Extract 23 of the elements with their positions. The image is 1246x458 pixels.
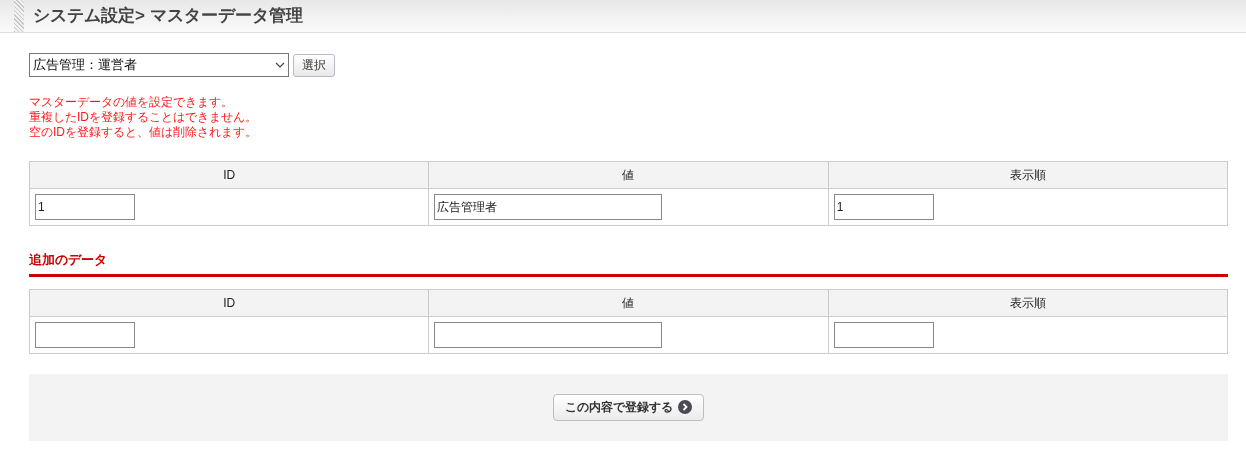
column-header: 値 [428, 289, 829, 316]
notice-text: 空のIDを登録すると、値は削除されます。 [29, 125, 258, 140]
text-field[interactable]: 1 [35, 194, 135, 220]
column-header: ID [29, 161, 429, 189]
chevron-down-icon [275, 62, 285, 68]
category-select[interactable]: 広告管理：運営者 [29, 53, 289, 77]
text-field[interactable] [434, 321, 663, 348]
section-heading: 追加のデータ [29, 250, 1228, 277]
column-header: 表示順 [828, 289, 1228, 316]
notice-text: マスターデータの値を設定できます。 [29, 95, 234, 110]
select-button[interactable]: 選択 [293, 53, 335, 77]
page-title: システム設定> マスターデータ管理 [33, 5, 303, 28]
arrow-circle-icon [678, 400, 692, 414]
text-field[interactable]: 広告管理者 [434, 194, 663, 221]
text-field[interactable] [833, 321, 934, 348]
register-button[interactable]: この内容で登録する [553, 393, 704, 421]
stripe-icon [14, 0, 24, 32]
column-header: 値 [428, 161, 829, 189]
notice-text: 重複したIDを登録することはできません。 [29, 110, 258, 125]
text-field[interactable]: 1 [833, 194, 934, 220]
column-header: 表示順 [828, 161, 1228, 189]
column-header: ID [29, 289, 429, 316]
text-field[interactable] [35, 321, 135, 348]
